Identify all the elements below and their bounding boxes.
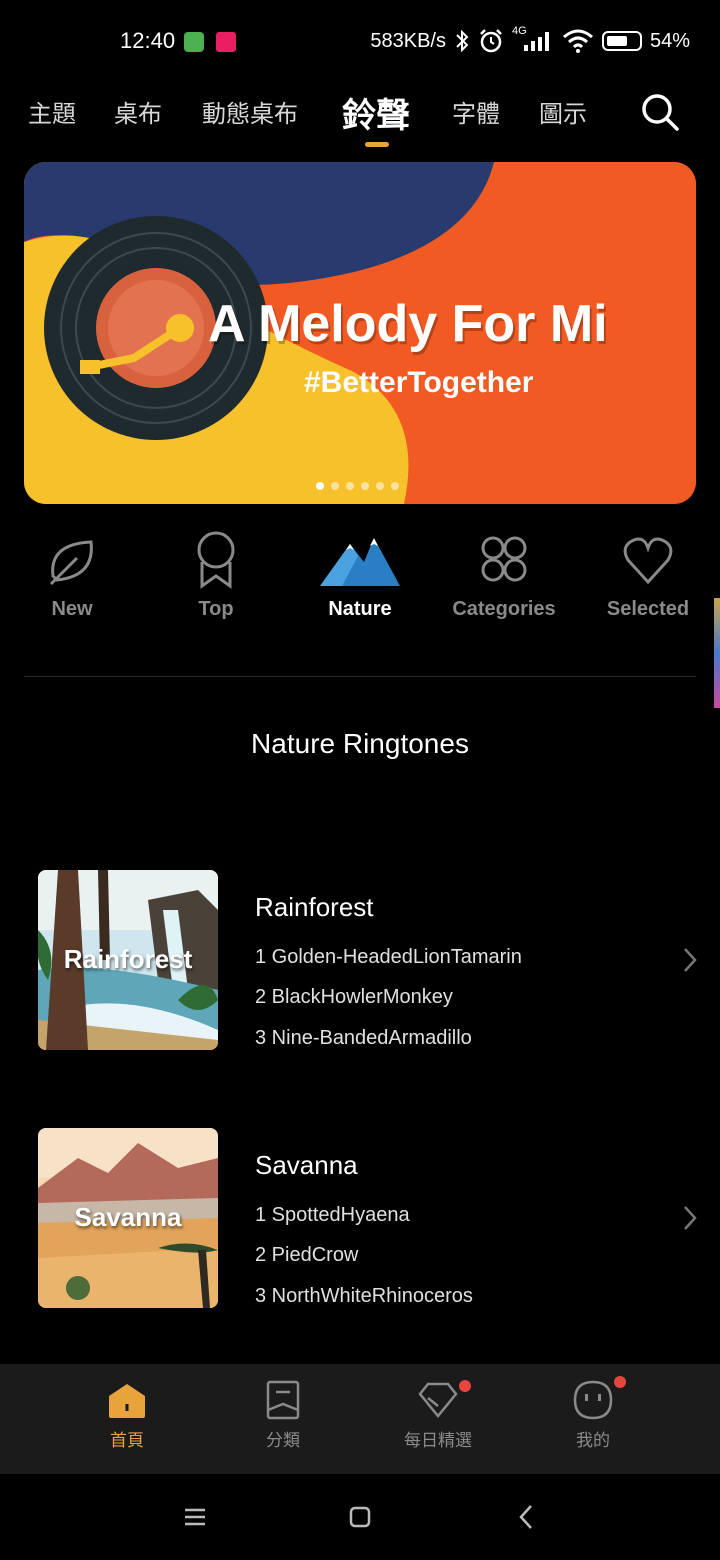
divider [24, 676, 696, 677]
nav-label: 分類 [266, 1431, 300, 1450]
bluetooth-icon [456, 29, 469, 53]
battery-icon [601, 31, 642, 51]
banner-subtitle: #BetterTogether [304, 366, 534, 399]
wifi-icon [562, 29, 593, 53]
status-time: 12:40 [120, 28, 176, 53]
category-label: Top [198, 598, 234, 620]
carousel-dot[interactable] [376, 482, 384, 490]
carousel-dot[interactable] [391, 482, 399, 490]
bottom-nav: 首頁 分類 每日精選 我的 [0, 1364, 720, 1474]
menu-icon[interactable] [180, 1502, 210, 1532]
nav-profile[interactable]: 我的 [528, 1380, 658, 1451]
thumbnail-label: Rainforest [63, 944, 193, 974]
signal-icon: 4G [512, 25, 554, 53]
tab-icons[interactable]: 圖示 [539, 94, 587, 129]
system-nav-bar [0, 1474, 720, 1560]
section-title: Nature Ringtones [251, 728, 469, 759]
home-icon [109, 1384, 145, 1418]
bookmark-icon [266, 1380, 300, 1420]
track-line: 2 BlackHowlerMonkey [255, 986, 453, 1008]
active-tab-indicator [365, 142, 389, 147]
track-line: 3 Nine-BandedArmadillo [255, 1027, 472, 1049]
notification-badge [614, 1376, 626, 1388]
grid-icon [481, 536, 527, 582]
tab-ringtones[interactable]: 鈴聲 [342, 88, 410, 137]
notification-badge [459, 1380, 471, 1392]
nav-label: 首頁 [110, 1431, 144, 1450]
category-label: Nature [328, 598, 392, 620]
tab-fonts[interactable]: 字體 [452, 94, 500, 129]
thumbnail-label: Savanna [74, 1202, 182, 1232]
app-notification-icon [216, 32, 236, 52]
track-line: 3 NorthWhiteRhinoceros [255, 1285, 473, 1307]
network-speed: 583KB/s [370, 29, 446, 52]
mountain-icon [320, 538, 400, 586]
category-label: Selected [606, 598, 690, 620]
banner-title: A Melody For Mi [208, 295, 608, 353]
edge-panel-handle[interactable] [714, 598, 720, 708]
back-icon[interactable] [512, 1502, 542, 1532]
category-label: Categories [452, 598, 556, 620]
track-line: 2 PiedCrow [255, 1244, 359, 1266]
item-title: Rainforest [255, 892, 374, 922]
rainforest-thumbnail: Rainforest [38, 870, 218, 1050]
category-selected[interactable]: Selected [578, 530, 718, 621]
category-top[interactable]: Top [146, 530, 286, 621]
diamond-icon [418, 1382, 458, 1418]
track-line: 1 Golden-HeadedLionTamarin [255, 946, 522, 968]
alarm-icon [480, 29, 502, 53]
battery-level: 54% [649, 29, 690, 52]
top-tabs: 主題 桌布 動態桌布 鈴聲 字體 圖示 [0, 84, 720, 147]
category-nature[interactable]: Nature [290, 530, 430, 621]
savanna-thumbnail: Savanna [38, 1128, 218, 1308]
carousel-dot[interactable] [361, 482, 369, 490]
search-icon[interactable] [640, 92, 680, 132]
nav-label: 每日精選 [404, 1431, 472, 1450]
category-new[interactable]: New [2, 530, 142, 621]
nav-label: 我的 [576, 1431, 610, 1450]
nav-daily-picks[interactable]: 每日精選 [373, 1380, 503, 1451]
status-bar: 12:40 583KB/s 4G 54% [0, 0, 720, 84]
medal-icon [197, 531, 235, 589]
profile-face-icon [573, 1380, 613, 1420]
carousel-dots [316, 482, 399, 490]
tab-live-wallpaper[interactable]: 動態桌布 [202, 94, 298, 129]
home-button-icon[interactable] [345, 1502, 375, 1532]
track-line: 1 SpottedHyaena [255, 1204, 410, 1226]
carousel-dot[interactable] [316, 482, 324, 490]
status-indicators: 583KB/s 4G 54% [370, 25, 690, 54]
list-item[interactable]: Rainforest Rainforest 1 Golden-HeadedLio… [0, 870, 720, 1060]
category-row: New Top Nature Categories Selected [0, 530, 720, 640]
app-notification-icon [184, 32, 204, 52]
chevron-right-icon[interactable] [682, 946, 698, 974]
item-title: Savanna [255, 1150, 358, 1180]
list-item[interactable]: Savanna Savanna 1 SpottedHyaena 2 PiedCr… [0, 1128, 720, 1318]
category-categories[interactable]: Categories [434, 530, 574, 621]
carousel-dot[interactable] [346, 482, 354, 490]
nav-home[interactable]: 首頁 [62, 1380, 192, 1451]
category-label: New [51, 598, 93, 620]
nav-categories[interactable]: 分類 [218, 1380, 348, 1451]
carousel-dot[interactable] [331, 482, 339, 490]
tab-theme[interactable]: 主題 [28, 94, 76, 129]
promo-banner[interactable]: A Melody For Mi #BetterTogether [24, 162, 696, 504]
chevron-right-icon[interactable] [682, 1204, 698, 1232]
leaf-icon [49, 540, 93, 586]
heart-icon [623, 537, 673, 585]
tab-wallpaper[interactable]: 桌布 [114, 94, 162, 129]
